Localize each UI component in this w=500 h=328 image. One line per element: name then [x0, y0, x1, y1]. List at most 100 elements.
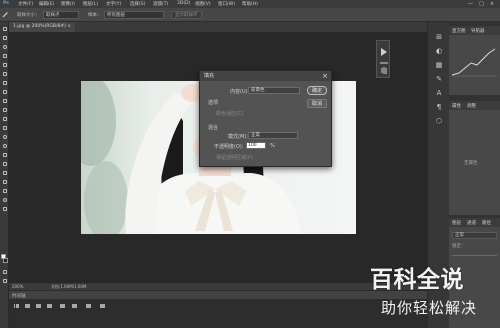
close-window-button[interactable]: ×: [490, 1, 494, 7]
tab-adjustments[interactable]: 调整: [467, 103, 476, 109]
split-icon[interactable]: [85, 303, 92, 309]
sample-label: 样本：: [88, 13, 102, 18]
brushes-icon[interactable]: ✎: [435, 76, 443, 83]
eyedropper-icon[interactable]: [1, 70, 8, 77]
history-icon[interactable]: ⊞: [435, 34, 443, 41]
tab-properties[interactable]: 属性: [452, 103, 461, 109]
tab-paths[interactable]: 路径: [482, 220, 491, 226]
clone-stamp-icon[interactable]: [1, 97, 8, 104]
first-frame-icon[interactable]: [13, 303, 20, 309]
menu-type[interactable]: 文字(Y): [106, 1, 121, 7]
lasso-tool-icon[interactable]: [1, 43, 8, 50]
path-select-icon[interactable]: [1, 169, 8, 176]
eyedropper-tool-icon[interactable]: [2, 11, 9, 18]
timeline-panel: [9, 299, 427, 328]
menu-3d[interactable]: 3D(D): [177, 1, 190, 6]
dodge-tool-icon[interactable]: [1, 142, 8, 149]
gradient-tool-icon[interactable]: [1, 124, 8, 131]
next-frame-icon[interactable]: [46, 303, 53, 309]
status-bar: 200% 文档:1.60M/1.60M: [9, 283, 427, 290]
ok-button[interactable]: 确定: [307, 86, 327, 95]
blend-mode-select[interactable]: 正常: [452, 232, 497, 239]
mode-select[interactable]: 正常: [248, 132, 298, 139]
menu-file[interactable]: 文件(F): [18, 1, 33, 7]
dialog-title: 填充: [200, 71, 331, 81]
adjust-icon[interactable]: [377, 65, 391, 77]
settings-icon[interactable]: [71, 303, 78, 309]
tools-panel: [0, 22, 9, 328]
quick-mask-icon[interactable]: [1, 268, 8, 275]
menu-window[interactable]: 窗口(W): [218, 1, 235, 7]
menu-edit[interactable]: 编辑(E): [39, 1, 54, 7]
watermark: 百科全说 助你轻松解决: [368, 264, 500, 328]
hand-tool-icon[interactable]: [1, 187, 8, 194]
eraser-tool-icon[interactable]: [1, 115, 8, 122]
tab-navigator[interactable]: 导航器: [471, 28, 485, 34]
dialog-close-icon[interactable]: ×: [322, 71, 328, 81]
histogram-panel-tabs: 直方图 导航器: [449, 26, 500, 35]
sample-select[interactable]: 所有图层: [104, 11, 164, 19]
play-icon[interactable]: [377, 44, 391, 57]
histogram-panel: [449, 35, 500, 95]
tab-layers[interactable]: 图层: [452, 220, 461, 226]
blur-tool-icon[interactable]: [1, 133, 8, 140]
color-adaptation-checkbox[interactable]: 颜色适应(C): [216, 110, 243, 117]
fill-dialog: 填充 × 内容(U): 前景色 选项 颜色适应(C) 混合 模式(M): 正常 …: [199, 70, 332, 167]
zoom-tool-icon[interactable]: [1, 196, 8, 203]
prev-frame-icon[interactable]: [24, 303, 31, 309]
paragraph-icon[interactable]: ¶: [435, 104, 443, 111]
watermark-subtitle: 助你轻松解决: [381, 299, 478, 317]
3d-icon[interactable]: ⬡: [435, 118, 443, 125]
content-label: 内容(U):: [230, 89, 250, 95]
document-tab[interactable]: 1.jpg @ 200%(RGB/8#) ×: [9, 22, 76, 32]
transition-icon[interactable]: [99, 303, 106, 309]
blending-header: 混合: [208, 125, 219, 131]
watermark-title: 百科全说: [370, 267, 464, 293]
play-timeline-icon[interactable]: [35, 303, 42, 309]
color-icon[interactable]: ◐: [435, 48, 443, 55]
cancel-button[interactable]: 取消: [307, 99, 327, 108]
menu-help[interactable]: 帮助(H): [242, 1, 258, 7]
menu-image[interactable]: 图像(I): [61, 1, 75, 7]
shape-tool-icon[interactable]: [1, 178, 8, 185]
screen-mode-icon[interactable]: [1, 277, 8, 284]
pen-tool-icon[interactable]: [1, 151, 8, 158]
move-tool-icon[interactable]: [1, 25, 8, 32]
audio-icon[interactable]: [59, 303, 66, 309]
properties-panel: 无属性: [449, 110, 500, 215]
menu-filter[interactable]: 滤镜(T): [153, 1, 168, 7]
floating-panel: [376, 40, 390, 78]
brush-tool-icon[interactable]: [1, 88, 8, 95]
history-brush-icon[interactable]: [1, 106, 8, 113]
sample-size-select[interactable]: 取样点: [43, 11, 79, 19]
menu-layer[interactable]: 图层(L): [83, 1, 98, 7]
document-tab-bar: 1.jpg @ 200%(RGB/8#) ×: [9, 22, 427, 32]
background-color-swatch[interactable]: [3, 258, 8, 263]
mode-label: 模式(M):: [228, 134, 248, 140]
zoom-level[interactable]: 200%: [12, 284, 23, 289]
character-icon[interactable]: A: [435, 90, 443, 97]
maximize-button[interactable]: □: [479, 1, 484, 7]
quick-select-tool-icon[interactable]: [1, 52, 8, 59]
layers-divider: [452, 255, 497, 256]
menu-view[interactable]: 视图(V): [195, 1, 211, 7]
tab-channels[interactable]: 通道: [467, 220, 476, 226]
menu-select[interactable]: 选择(S): [130, 1, 145, 7]
crop-tool-icon[interactable]: [1, 61, 8, 68]
sample-size-label: 取样大小：: [17, 13, 40, 18]
edit-toolbar-icon[interactable]: [1, 205, 8, 212]
timeline-tab-bar: 时间轴: [9, 290, 427, 299]
minimize-button[interactable]: —: [468, 1, 473, 7]
no-properties-text: 无属性: [464, 161, 478, 166]
healing-brush-icon[interactable]: [1, 79, 8, 86]
swatches-icon[interactable]: ▦: [435, 62, 443, 69]
app-logo[interactable]: Ps: [3, 1, 9, 6]
type-tool-icon[interactable]: [1, 160, 8, 167]
preserve-transparency-checkbox[interactable]: 保留透明区域(P): [216, 154, 253, 161]
content-select[interactable]: 前景色: [248, 87, 300, 94]
tab-histogram[interactable]: 直方图: [452, 28, 466, 34]
marquee-tool-icon[interactable]: [1, 34, 8, 41]
show-sampling-ring-checkbox[interactable]: 显示取样环: [171, 11, 202, 19]
opacity-input[interactable]: 100: [246, 142, 266, 149]
options-bar: 取样大小： 取样点 样本： 所有图层 显示取样环: [0, 8, 500, 22]
